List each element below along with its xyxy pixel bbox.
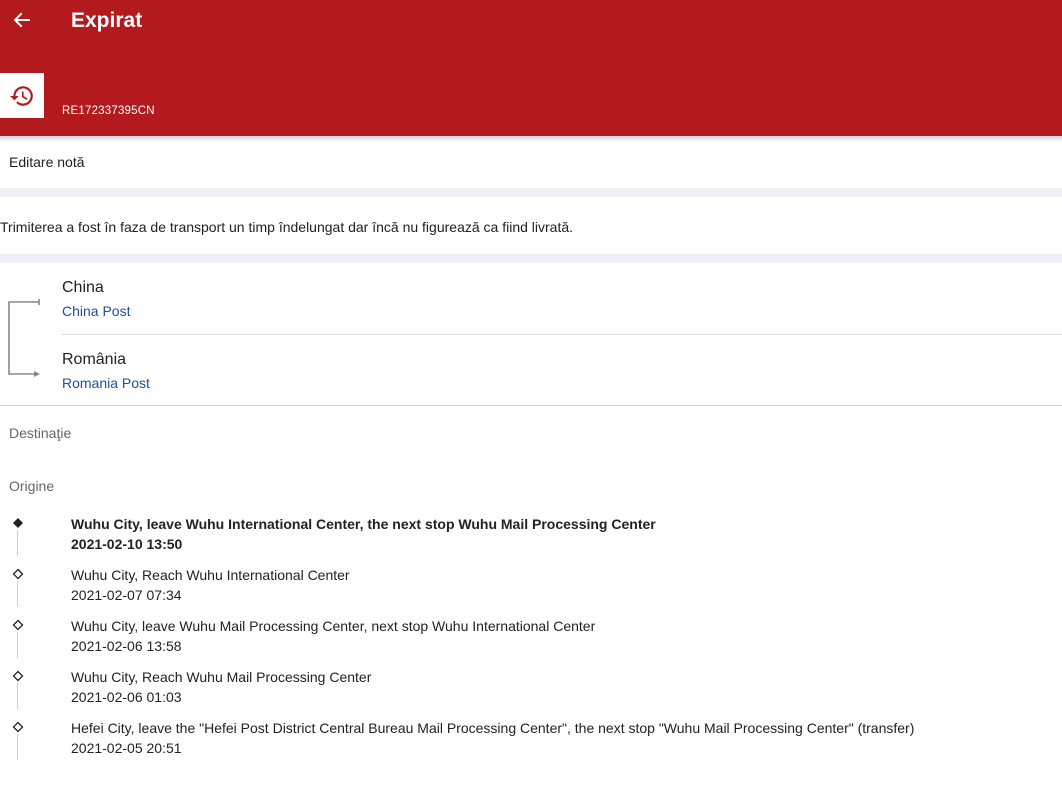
- hollow-diamond-icon: [12, 721, 24, 733]
- tracking-number: RE172337395CN: [62, 105, 155, 117]
- status-message: Trimiterea a fost în faza de transport u…: [0, 219, 574, 235]
- hollow-diamond-icon: [12, 619, 24, 631]
- page-title: Expirat: [71, 9, 143, 32]
- origin-carrier-link[interactable]: China Post: [62, 303, 130, 319]
- tracking-event: Wuhu City, Reach Wuhu International Cent…: [0, 567, 1062, 618]
- divider: [0, 405, 1062, 406]
- hollow-diamond-icon: [12, 670, 24, 682]
- event-time: 2021-02-10 13:50: [71, 536, 183, 552]
- route-bracket-icon: [8, 299, 40, 377]
- event-time: 2021-02-06 01:03: [71, 689, 182, 705]
- event-time: 2021-02-05 20:51: [71, 740, 182, 756]
- event-time: 2021-02-06 13:58: [71, 638, 182, 654]
- destination-country: România: [62, 351, 127, 368]
- destination-section-label[interactable]: Destinaţie: [9, 425, 71, 441]
- event-description: Hefei City, leave the "Hefei Post Distri…: [71, 720, 915, 736]
- section-separator: [0, 254, 1062, 263]
- origin-country: China: [62, 279, 104, 296]
- app-bar-shadow: [0, 136, 1062, 142]
- event-description: Wuhu City, Reach Wuhu Mail Processing Ce…: [71, 669, 372, 685]
- tracking-event: Wuhu City, leave Wuhu Mail Processing Ce…: [0, 618, 1062, 669]
- route-divider: [62, 334, 1062, 335]
- origin-section-label[interactable]: Origine: [9, 478, 54, 494]
- event-description: Wuhu City, leave Wuhu International Cent…: [71, 516, 656, 532]
- event-description: Wuhu City, Reach Wuhu International Cent…: [71, 567, 350, 583]
- app-bar: Expirat RE172337395CN: [0, 0, 1062, 136]
- history-icon: [10, 85, 33, 106]
- arrow-left-icon: [13, 12, 30, 28]
- history-button[interactable]: [0, 73, 44, 118]
- back-button[interactable]: [6, 4, 38, 36]
- hollow-diamond-icon: [12, 568, 24, 580]
- edit-note-button[interactable]: Editare notă: [9, 154, 85, 170]
- tracking-event: Hefei City, leave the "Hefei Post Distri…: [0, 720, 1062, 771]
- section-separator: [0, 188, 1062, 197]
- destination-carrier-link[interactable]: Romania Post: [62, 375, 150, 391]
- tracking-event: Wuhu City, Reach Wuhu Mail Processing Ce…: [0, 669, 1062, 720]
- filled-diamond-icon: [13, 518, 23, 528]
- event-time: 2021-02-07 07:34: [71, 587, 182, 603]
- event-description: Wuhu City, leave Wuhu Mail Processing Ce…: [71, 618, 596, 634]
- tracking-event: Wuhu City, leave Wuhu International Cent…: [0, 516, 1062, 567]
